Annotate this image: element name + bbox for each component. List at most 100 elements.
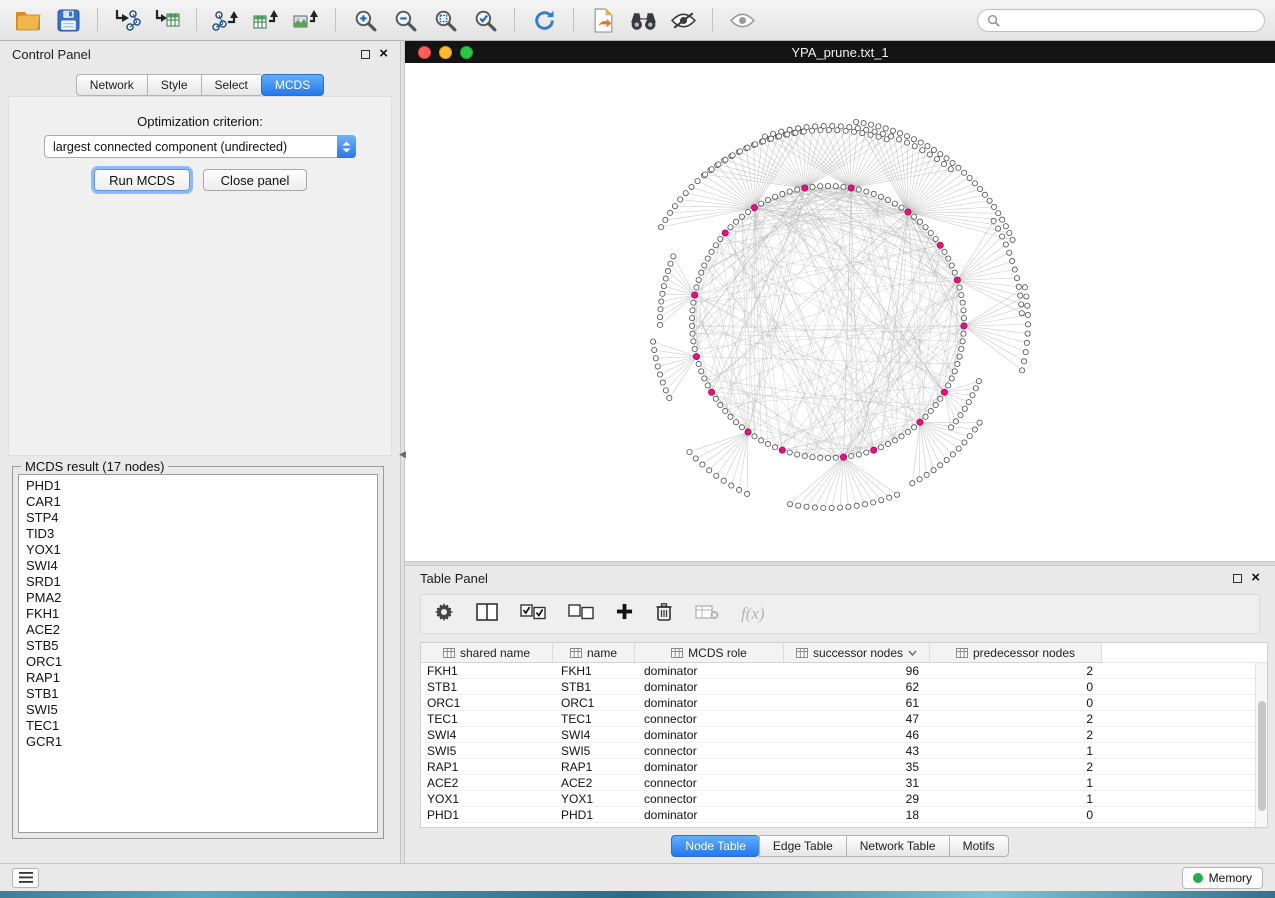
- deselect-all-button[interactable]: [568, 604, 594, 625]
- table-cell[interactable]: dominator: [635, 760, 784, 774]
- table-cell[interactable]: STB1: [421, 680, 553, 694]
- mcds-result-item[interactable]: STB1: [19, 686, 377, 702]
- hide-graphics-details-button[interactable]: [665, 5, 701, 35]
- maximize-window-icon[interactable]: [460, 46, 473, 59]
- tab-motifs[interactable]: Motifs: [949, 835, 1009, 857]
- table-row[interactable]: ORC1ORC1dominator610: [421, 695, 1267, 711]
- float-panel-icon[interactable]: [361, 50, 370, 59]
- mcds-result-item[interactable]: TEC1: [19, 718, 377, 734]
- mcds-result-item[interactable]: RAP1: [19, 670, 377, 686]
- zoom-in-button[interactable]: [347, 5, 383, 35]
- zoom-out-button[interactable]: [387, 5, 423, 35]
- tab-mcds[interactable]: MCDS: [261, 74, 324, 96]
- run-mcds-button[interactable]: Run MCDS: [94, 169, 190, 191]
- tab-edge-table[interactable]: Edge Table: [759, 835, 846, 857]
- table-row[interactable]: TEC1TEC1connector472: [421, 711, 1267, 727]
- table-settings-button[interactable]: [434, 602, 454, 627]
- mcds-result-item[interactable]: STB5: [19, 638, 377, 654]
- table-cell[interactable]: YOX1: [421, 792, 553, 806]
- mcds-result-item[interactable]: STP4: [19, 510, 377, 526]
- scrollbar-thumb[interactable]: [1258, 701, 1266, 811]
- tab-select[interactable]: Select: [201, 74, 261, 96]
- table-cell[interactable]: 62: [784, 680, 930, 694]
- table-cell[interactable]: 2: [930, 712, 1102, 726]
- close-table-panel-icon[interactable]: ×: [1251, 572, 1260, 584]
- save-session-button[interactable]: [50, 5, 86, 35]
- export-network-button[interactable]: [208, 5, 244, 35]
- mcds-result-item[interactable]: YOX1: [19, 542, 377, 558]
- mcds-result-item[interactable]: FKH1: [19, 606, 377, 622]
- column-header-name[interactable]: name: [553, 643, 635, 663]
- mcds-result-item[interactable]: CAR1: [19, 494, 377, 510]
- show-graphics-details-button[interactable]: [724, 5, 760, 35]
- table-cell[interactable]: 31: [784, 776, 930, 790]
- table-cell[interactable]: 2: [930, 664, 1102, 678]
- table-cell[interactable]: connector: [635, 792, 784, 806]
- criterion-dropdown[interactable]: largest connected component (undirected): [44, 135, 356, 158]
- status-menu-button[interactable]: [12, 868, 39, 888]
- table-cell[interactable]: SWI5: [553, 744, 635, 758]
- column-header-mcds-role[interactable]: MCDS role: [635, 643, 784, 663]
- table-cell[interactable]: PHD1: [421, 808, 553, 822]
- minimize-window-icon[interactable]: [439, 46, 452, 59]
- close-panel-icon[interactable]: ×: [379, 48, 388, 60]
- network-canvas[interactable]: [405, 63, 1275, 561]
- table-cell[interactable]: dominator: [635, 696, 784, 710]
- refresh-layout-button[interactable]: [526, 5, 562, 35]
- mcds-result-item[interactable]: SWI4: [19, 558, 377, 574]
- tab-network[interactable]: Network: [76, 74, 147, 96]
- column-header-shared-name[interactable]: shared name: [421, 643, 553, 663]
- table-cell[interactable]: 61: [784, 696, 930, 710]
- table-cell[interactable]: ORC1: [553, 696, 635, 710]
- table-row[interactable]: SWI4SWI4dominator462: [421, 727, 1267, 743]
- mcds-result-item[interactable]: SWI5: [19, 702, 377, 718]
- delete-column-button[interactable]: [655, 602, 673, 627]
- close-panel-button[interactable]: Close panel: [203, 169, 307, 191]
- table-cell[interactable]: SWI4: [553, 728, 635, 742]
- table-cell[interactable]: 46: [784, 728, 930, 742]
- table-cell[interactable]: 2: [930, 760, 1102, 774]
- table-cell[interactable]: ACE2: [553, 776, 635, 790]
- mcds-result-item[interactable]: PHD1: [19, 478, 377, 494]
- table-cell[interactable]: 2: [930, 728, 1102, 742]
- mcds-result-item[interactable]: PMA2: [19, 590, 377, 606]
- global-search[interactable]: [977, 9, 1265, 32]
- create-column-button[interactable]: [616, 603, 633, 625]
- table-cell[interactable]: 0: [930, 696, 1102, 710]
- table-cell[interactable]: connector: [635, 712, 784, 726]
- table-cell[interactable]: dominator: [635, 728, 784, 742]
- table-cell[interactable]: RAP1: [553, 760, 635, 774]
- table-cell[interactable]: connector: [635, 744, 784, 758]
- mcds-result-list[interactable]: PHD1CAR1STP4TID3YOX1SWI4SRD1PMA2FKH1ACE2…: [18, 474, 378, 833]
- mcds-result-item[interactable]: GCR1: [19, 734, 377, 750]
- table-cell[interactable]: 18: [784, 808, 930, 822]
- close-window-icon[interactable]: [418, 46, 431, 59]
- table-cell[interactable]: FKH1: [421, 664, 553, 678]
- table-cell[interactable]: connector: [635, 776, 784, 790]
- search-input[interactable]: [1006, 13, 1255, 27]
- table-cell[interactable]: 35: [784, 760, 930, 774]
- mcds-result-item[interactable]: ORC1: [19, 654, 377, 670]
- export-table-button[interactable]: [248, 5, 284, 35]
- table-cell[interactable]: ORC1: [421, 696, 553, 710]
- table-row[interactable]: STB1STB1dominator620: [421, 679, 1267, 695]
- table-cell[interactable]: 1: [930, 744, 1102, 758]
- table-cell[interactable]: 1: [930, 776, 1102, 790]
- table-cell[interactable]: RAP1: [421, 760, 553, 774]
- export-image-button[interactable]: [288, 5, 324, 35]
- mcds-result-item[interactable]: ACE2: [19, 622, 377, 638]
- table-cell[interactable]: 0: [930, 680, 1102, 694]
- table-cell[interactable]: 96: [784, 664, 930, 678]
- table-cell[interactable]: SWI5: [421, 744, 553, 758]
- table-cell[interactable]: STB1: [553, 680, 635, 694]
- float-table-panel-icon[interactable]: [1233, 574, 1242, 583]
- table-scrollbar[interactable]: [1255, 663, 1267, 827]
- select-all-button[interactable]: [520, 604, 546, 625]
- table-row[interactable]: PHD1PHD1dominator180: [421, 807, 1267, 823]
- table-cell[interactable]: dominator: [635, 680, 784, 694]
- tab-node-table[interactable]: Node Table: [671, 835, 759, 857]
- network-window-titlebar[interactable]: YPA_prune.txt_1: [405, 41, 1275, 63]
- column-header-successor-nodes[interactable]: successor nodes: [784, 643, 930, 663]
- table-cell[interactable]: YOX1: [553, 792, 635, 806]
- table-cell[interactable]: dominator: [635, 664, 784, 678]
